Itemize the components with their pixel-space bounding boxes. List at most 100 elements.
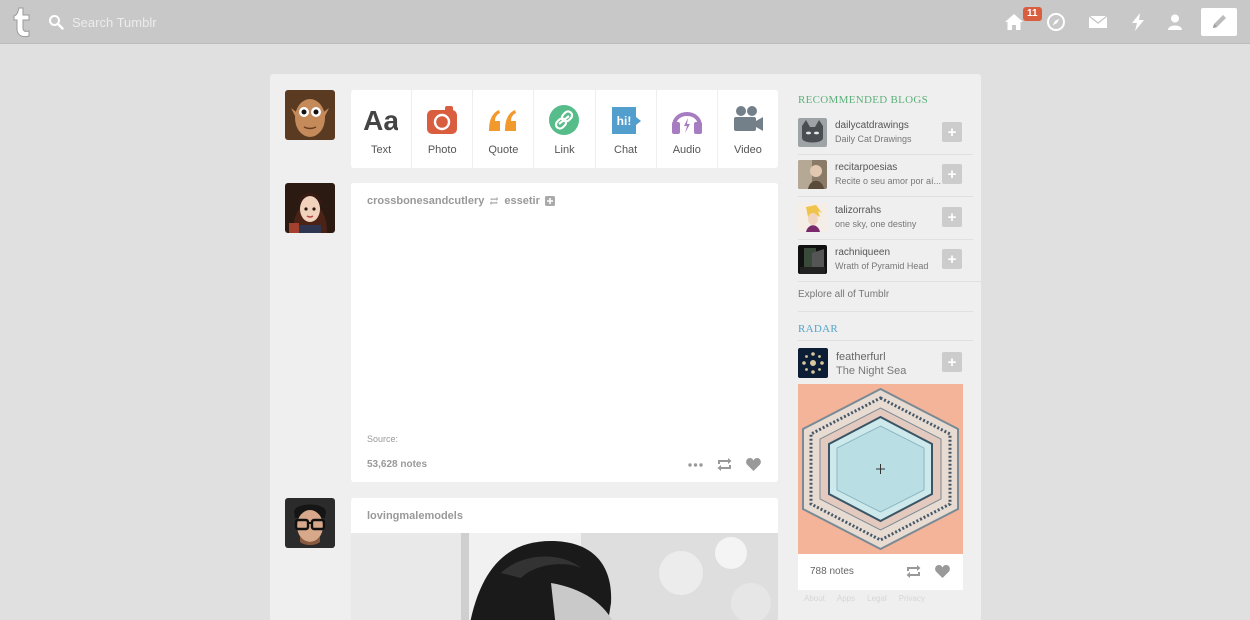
post-author-avatar[interactable] <box>285 183 335 233</box>
user-avatar[interactable] <box>285 90 335 140</box>
divider <box>798 281 1003 282</box>
plus-icon: + <box>947 353 957 371</box>
post-type-text[interactable]: Aa Text <box>351 90 413 168</box>
blog-avatar[interactable] <box>798 348 828 378</box>
divider <box>798 154 973 155</box>
top-bar: 11 <box>0 0 1250 44</box>
recommended-blog-item[interactable]: recitarpoesias Recite o seu amor por aí.… <box>798 159 973 199</box>
post-notes-count[interactable]: 53,628 notes <box>367 459 427 470</box>
more-options-icon[interactable] <box>687 457 704 472</box>
search-input[interactable] <box>72 14 292 30</box>
headphones-icon <box>671 112 702 134</box>
recommended-blog-item[interactable]: talizorrahs one sky, one destiny + <box>798 202 973 242</box>
video-camera-icon <box>733 106 763 131</box>
radar-post-image[interactable] <box>798 384 963 554</box>
follow-blog-button[interactable]: + <box>942 207 962 227</box>
blog-name[interactable]: recitarpoesias <box>835 162 897 173</box>
activity-lightning-icon[interactable] <box>1128 12 1148 32</box>
search-bar[interactable] <box>48 11 308 33</box>
footer-link[interactable]: Apps <box>837 594 855 603</box>
recommended-blog-item[interactable]: rachniqueen Wrath of Pyramid Head + <box>798 244 973 284</box>
post-type-chat[interactable]: hi! Chat <box>596 90 657 168</box>
divider <box>798 196 973 197</box>
quote-icon <box>489 110 517 131</box>
footer-link[interactable]: Legal <box>867 594 887 603</box>
post-type-audio[interactable]: Audio <box>657 90 718 168</box>
inbox-envelope-icon[interactable] <box>1088 12 1108 32</box>
pencil-icon <box>1213 15 1226 28</box>
camera-icon <box>427 106 458 134</box>
radar-notes-count[interactable]: 788 notes <box>810 566 854 577</box>
radar-post-actions <box>905 564 951 579</box>
plus-icon: + <box>947 208 957 226</box>
follow-blog-button[interactable]: + <box>942 352 962 372</box>
post-header: crossbonesandcutlery essetir <box>351 183 778 207</box>
blog-description: Daily Cat Drawings <box>835 134 912 144</box>
divider <box>798 239 973 240</box>
home-icon[interactable] <box>1004 12 1024 32</box>
post-author-link[interactable]: crossbonesandcutlery <box>367 195 484 207</box>
footer-link[interactable]: Privacy <box>899 594 925 603</box>
reblog-icon[interactable] <box>905 564 922 579</box>
explore-compass-icon[interactable] <box>1046 12 1066 32</box>
svg-text:hi!: hi! <box>616 114 631 128</box>
blog-avatar[interactable] <box>798 245 827 274</box>
radar-post-footer: 788 notes <box>798 554 963 590</box>
dashboard-container: Aa Text Photo Quote Link hi! Chat Audio … <box>270 74 1003 620</box>
plus-icon: + <box>947 250 957 268</box>
post-author-link[interactable]: lovingmalemodels <box>367 510 463 522</box>
blog-name[interactable]: rachniqueen <box>835 247 890 258</box>
blog-avatar[interactable] <box>798 160 827 189</box>
plus-icon: + <box>947 165 957 183</box>
post-type-quote[interactable]: Quote <box>473 90 535 168</box>
post-author-avatar[interactable] <box>285 498 335 548</box>
post-card: crossbonesandcutlery essetir Source: 53,… <box>351 183 778 482</box>
explore-all-link[interactable]: Explore all of Tumblr <box>798 289 889 300</box>
divider <box>798 340 973 341</box>
radar-title: RADAR <box>798 323 839 335</box>
blog-avatar[interactable] <box>798 203 827 232</box>
divider <box>798 311 973 312</box>
account-person-icon[interactable] <box>1165 12 1185 32</box>
reblog-icon[interactable] <box>716 457 733 472</box>
tumblr-logo-icon[interactable] <box>8 6 36 38</box>
post-type-link[interactable]: Link <box>534 90 596 168</box>
svg-text:Aa: Aa <box>364 105 398 136</box>
follow-plus-icon[interactable] <box>544 196 555 206</box>
blog-description: Wrath of Pyramid Head <box>835 261 929 271</box>
compose-post-button[interactable] <box>1201 8 1237 36</box>
follow-blog-button[interactable]: + <box>942 164 962 184</box>
post-type-selector: Aa Text Photo Quote Link hi! Chat Audio … <box>351 90 778 168</box>
radar-blog-item[interactable]: featherfurl The Night Sea + <box>798 348 973 380</box>
text-icon: Aa <box>364 105 398 136</box>
post-type-video[interactable]: Video <box>718 90 778 168</box>
recommended-blog-item[interactable]: dailycatdrawings Daily Cat Drawings + <box>798 117 973 157</box>
blog-name[interactable]: featherfurl <box>836 351 886 363</box>
like-heart-icon[interactable] <box>934 564 951 579</box>
blog-avatar[interactable] <box>798 118 827 147</box>
reblog-small-icon <box>490 196 499 206</box>
follow-blog-button[interactable]: + <box>942 122 962 142</box>
post-header: lovingmalemodels <box>351 498 778 522</box>
blog-description: The Night Sea <box>836 365 907 377</box>
footer-links: About Apps Legal Privacy <box>804 594 925 603</box>
post-actions <box>687 457 762 472</box>
follow-blog-button[interactable]: + <box>942 249 962 269</box>
home-notification-badge: 11 <box>1023 7 1042 21</box>
blog-name[interactable]: talizorrahs <box>835 205 881 216</box>
post-source-label[interactable]: Source: <box>367 434 398 444</box>
blog-description: one sky, one destiny <box>835 219 917 229</box>
post-photo[interactable] <box>351 533 778 620</box>
blog-description: Recite o seu amor por aí... <box>835 176 942 186</box>
search-icon <box>49 15 64 30</box>
recommended-blogs-title: RECOMMENDED BLOGS <box>798 94 929 106</box>
like-heart-icon[interactable] <box>745 457 762 472</box>
plus-icon: + <box>947 123 957 141</box>
post-card: lovingmalemodels <box>351 498 778 620</box>
reblogged-from-link[interactable]: essetir <box>504 195 539 207</box>
post-type-photo[interactable]: Photo <box>412 90 474 168</box>
chat-icon: hi! <box>611 107 641 134</box>
footer-link[interactable]: About <box>804 594 825 603</box>
blog-name[interactable]: dailycatdrawings <box>835 120 909 131</box>
link-icon <box>549 105 580 135</box>
